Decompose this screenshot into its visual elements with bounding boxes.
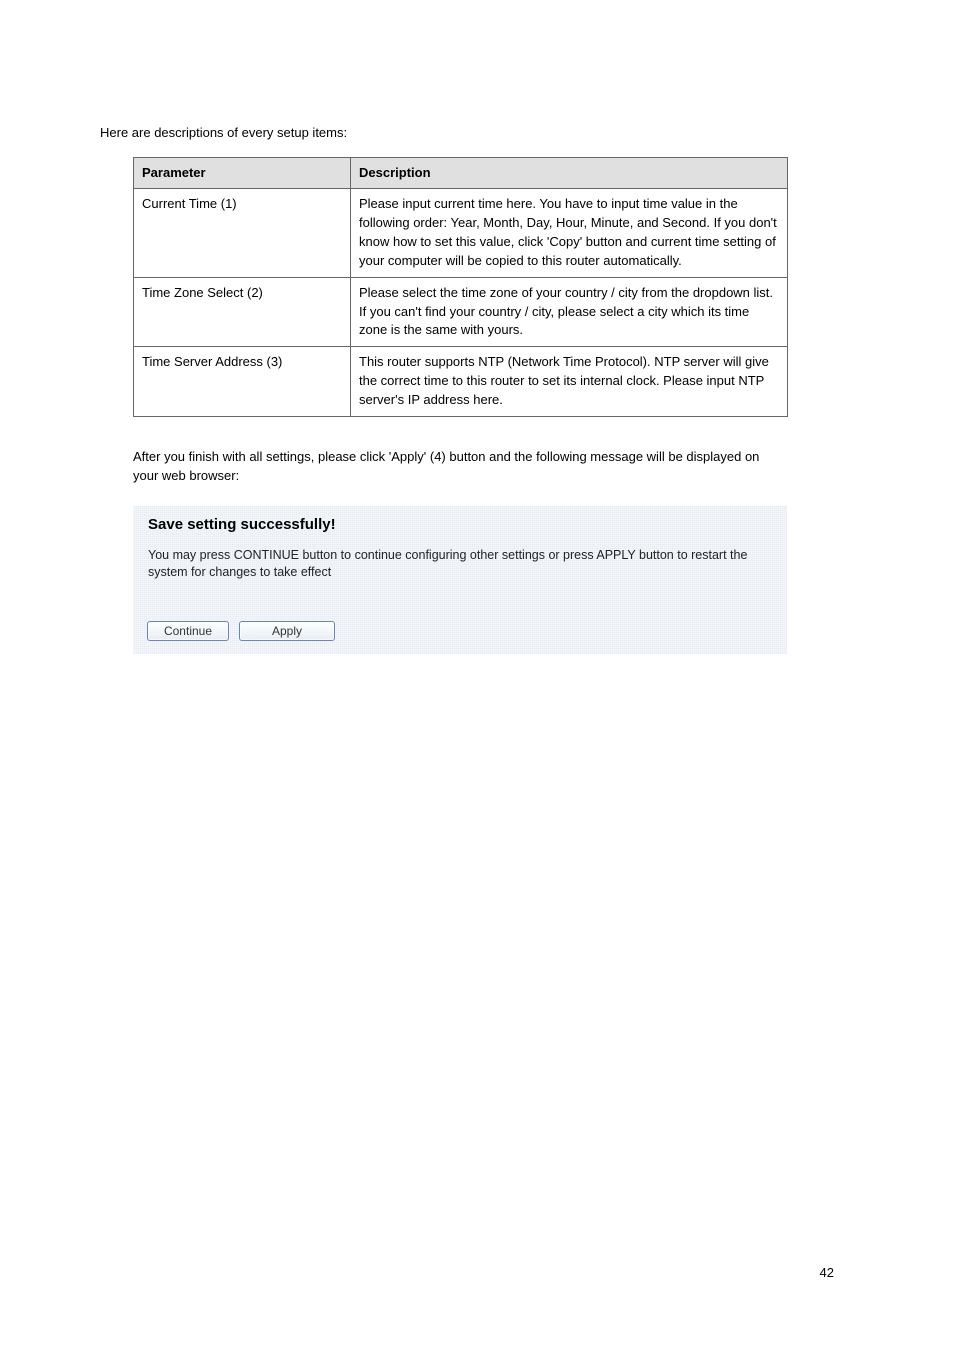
param-desc: Please select the time zone of your coun… [351, 277, 788, 347]
param-desc: Please input current time here. You have… [351, 189, 788, 277]
continue-button[interactable]: Continue [147, 621, 229, 641]
header-parameter: Parameter [134, 157, 351, 189]
page-number: 42 [820, 1265, 834, 1280]
apply-button[interactable]: Apply [239, 621, 335, 641]
dialog-body-text: You may press CONTINUE button to continu… [148, 547, 772, 581]
table-header-row: Parameter Description [134, 157, 788, 189]
after-table-text: After you finish with all settings, plea… [133, 447, 787, 486]
table-row: Current Time (1) Please input current ti… [134, 189, 788, 277]
parameter-table: Parameter Description Current Time (1) P… [133, 157, 788, 417]
document-page: Here are descriptions of every setup ite… [0, 0, 954, 1350]
param-name: Time Zone Select (2) [134, 277, 351, 347]
dialog-button-row: Continue Apply [147, 621, 335, 641]
table-row: Time Server Address (3) This router supp… [134, 347, 788, 417]
save-dialog-panel: Save setting successfully! You may press… [133, 506, 787, 654]
param-desc: This router supports NTP (Network Time P… [351, 347, 788, 417]
param-name: Current Time (1) [134, 189, 351, 277]
param-name: Time Server Address (3) [134, 347, 351, 417]
dialog-title: Save setting successfully! [148, 516, 772, 533]
intro-text: Here are descriptions of every setup ite… [100, 123, 854, 143]
table-row: Time Zone Select (2) Please select the t… [134, 277, 788, 347]
header-description: Description [351, 157, 788, 189]
